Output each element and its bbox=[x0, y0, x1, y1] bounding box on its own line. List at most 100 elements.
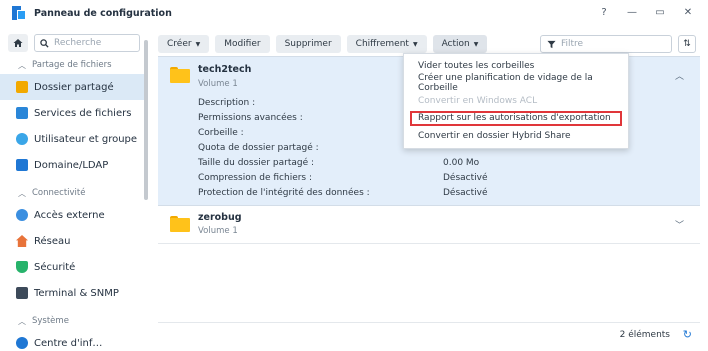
sidebar: Recherche ︿ Partage de fichiers Dossier … bbox=[0, 28, 148, 351]
search-icon bbox=[40, 38, 49, 48]
window-controls: ? — ▭ ✕ bbox=[598, 6, 694, 20]
title-bar: Panneau de configuration ? — ▭ ✕ bbox=[0, 0, 708, 26]
toolbar: Créer ▼ Modifier Supprimer Chiffrement ▼ A… bbox=[158, 34, 698, 54]
menu-item-label: Convertir en dossier Hybrid Share bbox=[418, 130, 571, 141]
chevron-up-icon: ︿ bbox=[18, 316, 26, 326]
sidebar-item-users[interactable]: Utilisateur et groupe bbox=[0, 126, 148, 152]
share-name: zerobug bbox=[198, 212, 242, 223]
create-label: Créer bbox=[167, 39, 192, 49]
sidebar-item-security[interactable]: Sécurité bbox=[0, 254, 148, 280]
section-label: Système bbox=[32, 316, 69, 326]
sidebar-item-label: Centre d'inf… bbox=[34, 337, 103, 349]
prop-label-description: Description : bbox=[198, 98, 256, 108]
network-icon bbox=[16, 235, 28, 247]
status-bar: 2 éléments ↻ bbox=[158, 322, 700, 346]
edit-label: Modifier bbox=[224, 39, 261, 49]
domain-icon bbox=[16, 159, 28, 171]
sidebar-search[interactable]: Recherche bbox=[34, 34, 140, 52]
delete-button[interactable]: Supprimer bbox=[275, 35, 341, 53]
encryption-label: Chiffrement bbox=[355, 39, 409, 49]
filter-input[interactable]: Filtre bbox=[540, 35, 672, 53]
help-icon[interactable]: ? bbox=[598, 6, 610, 20]
sidebar-item-external-access[interactable]: Accès externe bbox=[0, 202, 148, 228]
chevron-up-icon[interactable]: ︿ bbox=[675, 69, 684, 82]
caret-down-icon: ▼ bbox=[412, 40, 418, 48]
prop-label-integrity: Protection de l'intégrité des données : bbox=[198, 188, 370, 198]
home-button[interactable] bbox=[8, 34, 28, 52]
section-system[interactable]: ︿ Système bbox=[0, 312, 148, 330]
external-access-icon bbox=[16, 209, 28, 221]
menu-item-label: Vider toutes les corbeilles bbox=[418, 60, 535, 71]
menu-item-export-permissions-report[interactable]: Rapport sur les autorisations d'exportat… bbox=[409, 110, 623, 128]
prop-value-size: 0.00 Mo bbox=[443, 158, 480, 168]
action-button[interactable]: Action ▼ bbox=[432, 35, 488, 53]
refresh-icon[interactable]: ↻ bbox=[683, 328, 692, 341]
info-center-icon bbox=[16, 337, 28, 349]
control-panel-icon bbox=[12, 6, 26, 20]
section-connectivity[interactable]: ︿ Connectivité bbox=[0, 184, 148, 202]
menu-item-convert-windows-acl: Convertir en Windows ACL bbox=[404, 92, 628, 110]
maximize-icon[interactable]: ▭ bbox=[654, 6, 666, 20]
create-button[interactable]: Créer ▼ bbox=[158, 35, 210, 53]
sidebar-item-label: Utilisateur et groupe bbox=[34, 133, 138, 145]
sidebar-item-label: Réseau bbox=[34, 235, 71, 247]
sidebar-item-label: Accès externe bbox=[34, 209, 105, 221]
chevron-up-icon: ︿ bbox=[18, 188, 26, 198]
sidebar-item-label: Sécurité bbox=[34, 261, 76, 273]
shield-icon bbox=[16, 261, 28, 273]
chevron-down-icon[interactable]: ﹀ bbox=[675, 218, 684, 231]
menu-item-empty-recycle-bins[interactable]: Vider toutes les corbeilles bbox=[404, 57, 628, 75]
menu-item-label: Créer une planification de vidage de la … bbox=[418, 73, 593, 94]
users-icon bbox=[16, 133, 28, 145]
folder-icon bbox=[170, 216, 190, 232]
section-label: Connectivité bbox=[32, 188, 86, 198]
sidebar-item-label: Dossier partagé bbox=[34, 81, 114, 93]
sidebar-item-label: Services de fichiers bbox=[34, 107, 132, 119]
caret-down-icon: ▼ bbox=[195, 40, 201, 48]
prop-label-advanced-permissions: Permissions avancées : bbox=[198, 113, 303, 123]
share-volume: Volume 1 bbox=[198, 226, 238, 236]
search-placeholder: Recherche bbox=[54, 38, 102, 48]
edit-button[interactable]: Modifier bbox=[215, 35, 270, 53]
section-label: Partage de fichiers bbox=[32, 60, 112, 70]
sidebar-item-file-services[interactable]: Services de fichiers bbox=[0, 100, 148, 126]
section-file-sharing[interactable]: ︿ Partage de fichiers bbox=[0, 56, 148, 74]
sidebar-scrollbar[interactable] bbox=[144, 40, 148, 200]
sort-button[interactable]: ⇅ bbox=[678, 35, 696, 53]
home-icon bbox=[13, 39, 23, 47]
delete-label: Supprimer bbox=[284, 39, 332, 49]
chevron-up-icon: ︿ bbox=[18, 60, 26, 70]
menu-item-schedule-recycle-bin[interactable]: Créer une planification de vidage de la … bbox=[404, 73, 628, 94]
minimize-icon[interactable]: — bbox=[626, 6, 638, 20]
menu-item-label: Convertir en Windows ACL bbox=[418, 95, 538, 106]
prop-label-size: Taille du dossier partagé : bbox=[198, 158, 315, 168]
menu-item-convert-hybrid-share[interactable]: Convertir en dossier Hybrid Share bbox=[404, 127, 628, 145]
prop-value-integrity: Désactivé bbox=[443, 188, 488, 198]
sidebar-item-shared-folder[interactable]: Dossier partagé bbox=[0, 74, 148, 100]
terminal-icon bbox=[16, 287, 28, 299]
caret-down-icon: ▼ bbox=[473, 40, 479, 48]
shared-folder-icon bbox=[16, 81, 28, 93]
item-count: 2 éléments bbox=[619, 330, 670, 340]
sidebar-item-label: Domaine/LDAP bbox=[34, 159, 109, 171]
prop-label-recycle-bin: Corbeille : bbox=[198, 128, 244, 138]
sidebar-item-terminal[interactable]: Terminal & SNMP bbox=[0, 280, 148, 306]
sidebar-item-info-center[interactable]: Centre d'inf… bbox=[0, 330, 148, 351]
filter-placeholder: Filtre bbox=[561, 39, 584, 49]
share-volume: Volume 1 bbox=[198, 79, 238, 89]
sidebar-item-label: Terminal & SNMP bbox=[34, 287, 119, 299]
prop-value-compression: Désactivé bbox=[443, 173, 488, 183]
encryption-button[interactable]: Chiffrement ▼ bbox=[346, 35, 427, 53]
prop-label-compression: Compression de fichiers : bbox=[198, 173, 313, 183]
menu-item-label: Rapport sur les autorisations d'exportat… bbox=[418, 113, 611, 124]
share-row-zerobug[interactable]: zerobug Volume 1 ﹀ bbox=[158, 206, 700, 244]
action-menu: Vider toutes les corbeilles Créer une pl… bbox=[403, 53, 629, 149]
sidebar-item-domain[interactable]: Domaine/LDAP bbox=[0, 152, 148, 178]
file-services-icon bbox=[16, 107, 28, 119]
filter-icon bbox=[547, 40, 556, 48]
sidebar-item-network[interactable]: Réseau bbox=[0, 228, 148, 254]
folder-icon bbox=[170, 67, 190, 83]
window-title: Panneau de configuration bbox=[34, 7, 172, 19]
share-name: tech2tech bbox=[198, 64, 252, 75]
close-icon[interactable]: ✕ bbox=[682, 6, 694, 20]
